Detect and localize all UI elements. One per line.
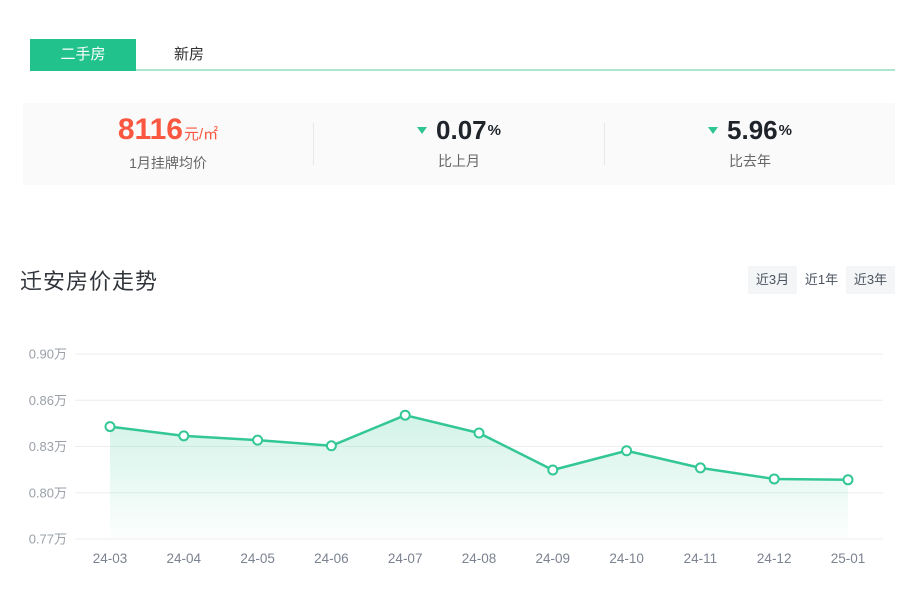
- mom-unit: %: [488, 122, 501, 139]
- mom-number: 0.07: [436, 117, 487, 143]
- down-triangle-icon: [708, 127, 718, 134]
- average-price-value: 8116 元/㎡: [118, 115, 218, 145]
- down-triangle-icon: [417, 127, 427, 134]
- price-stats-panel: 8116 元/㎡ 1月挂牌均价 0.07 % 比上月 5.96 % 比去年: [23, 103, 895, 185]
- yoy-number: 5.96: [727, 117, 778, 143]
- yoy-unit: %: [779, 122, 792, 139]
- trend-section-header: 迁安房价走势 近3月 近1年 近3年: [20, 265, 895, 295]
- range-button-3-months[interactable]: 近3月: [748, 266, 797, 294]
- stat-year-over-year: 5.96 % 比去年: [605, 117, 895, 171]
- price-unit: 元/㎡: [184, 123, 218, 144]
- svg-text:24-09: 24-09: [536, 551, 571, 566]
- time-range-switcher: 近3月 近1年 近3年: [748, 266, 895, 294]
- stat-average-price: 8116 元/㎡ 1月挂牌均价: [23, 115, 313, 173]
- mom-label: 比上月: [438, 151, 480, 171]
- svg-text:24-04: 24-04: [167, 551, 202, 566]
- svg-text:24-05: 24-05: [240, 551, 275, 566]
- svg-text:24-12: 24-12: [757, 551, 792, 566]
- range-button-3-years[interactable]: 近3年: [846, 266, 895, 294]
- svg-text:0.77万: 0.77万: [29, 532, 67, 547]
- yoy-value: 5.96 %: [708, 117, 792, 143]
- svg-text:0.83万: 0.83万: [29, 439, 67, 454]
- mom-value: 0.07 %: [417, 117, 501, 143]
- tab-new-house[interactable]: 新房: [136, 39, 242, 71]
- price-number: 8116: [118, 115, 183, 145]
- svg-text:24-10: 24-10: [609, 551, 644, 566]
- average-price-label: 1月挂牌均价: [129, 153, 207, 173]
- range-button-1-year[interactable]: 近1年: [797, 266, 846, 294]
- svg-text:25-01: 25-01: [831, 551, 866, 566]
- stat-month-over-month: 0.07 % 比上月: [314, 117, 604, 171]
- svg-text:0.90万: 0.90万: [29, 347, 67, 362]
- tab-second-hand[interactable]: 二手房: [30, 39, 136, 71]
- housing-type-tabs: 二手房 新房: [30, 39, 895, 71]
- svg-text:24-06: 24-06: [314, 551, 349, 566]
- trend-section-title: 迁安房价走势: [20, 264, 158, 296]
- trend-line-chart-svg: 0.90万 0.86万 0.83万 0.80万 0.77万 24-03 24-04 24-05…: [20, 337, 896, 572]
- svg-text:24-11: 24-11: [684, 551, 718, 566]
- svg-text:0.86万: 0.86万: [29, 393, 67, 408]
- svg-text:24-03: 24-03: [93, 551, 128, 566]
- price-trend-chart: 0.90万 0.86万 0.83万 0.80万 0.77万 24-03 24-04 24-05…: [20, 337, 916, 577]
- yoy-label: 比去年: [729, 151, 771, 171]
- svg-text:24-08: 24-08: [462, 551, 497, 566]
- svg-text:24-07: 24-07: [388, 551, 423, 566]
- svg-text:0.80万: 0.80万: [29, 485, 67, 500]
- housing-price-page: 二手房 新房 8116 元/㎡ 1月挂牌均价 0.07 % 比上月 5.96: [0, 39, 916, 606]
